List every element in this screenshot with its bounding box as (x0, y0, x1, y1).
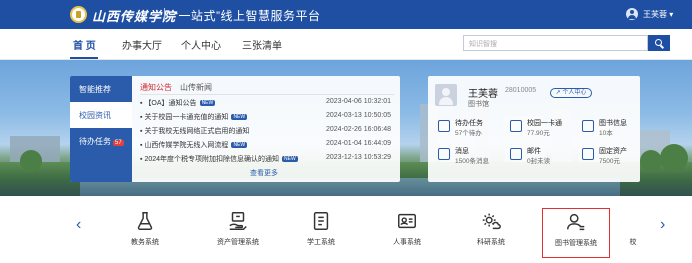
stat-fixed-assets[interactable]: 固定资产 7500元 (582, 146, 650, 166)
new-badge: NEW (231, 114, 248, 120)
profile-id: 28010005 (505, 87, 537, 94)
nav-service-hall[interactable]: 办事大厅 (122, 37, 162, 52)
tab-todo[interactable]: 待办任务 57 (70, 128, 132, 154)
asset-icon (582, 148, 594, 160)
carousel-prev-button[interactable]: ‹ (76, 216, 81, 234)
stat-value: 7500元 (599, 158, 620, 165)
school-logo-icon (70, 6, 87, 23)
system-label: 校 (629, 239, 637, 246)
user-list-icon (565, 211, 587, 233)
title-divider (164, 8, 165, 21)
stat-todo[interactable]: 待办任务 57个待办 (438, 118, 506, 138)
document-icon (310, 210, 332, 232)
top-bar: 山西传媒学院 “一站式”线上智慧服务平台 王芙蓉 ▾ (0, 0, 692, 29)
mail-icon (510, 148, 522, 160)
notice-title: 关于我校无线网络正式启用的通知 (144, 128, 250, 135)
system-label: 资产管理系统 (217, 239, 259, 246)
user-avatar-icon[interactable] (626, 8, 638, 20)
tab-campus-news[interactable]: 校园资讯 (70, 102, 132, 128)
system-label: 教务系统 (131, 239, 159, 246)
stat-value: 10本 (599, 130, 613, 137)
system-label: 科研系统 (477, 239, 505, 246)
tab-label: 校园资讯 (79, 111, 111, 120)
system-label: 学工系统 (307, 239, 335, 246)
notice-item[interactable]: ▪ 山西传媒学院无线入网流程 NEW 2024-01-04 16:44:09 (140, 140, 395, 153)
search-button[interactable] (648, 35, 670, 51)
tab-recommend[interactable]: 智能推荐 (70, 76, 132, 102)
new-badge: NEW (199, 100, 216, 106)
flask-icon (134, 210, 156, 232)
system-partial[interactable]: 校 (618, 210, 648, 250)
divider (140, 94, 394, 95)
system-label: 人事系统 (393, 239, 421, 246)
notice-item[interactable]: ▪ 【OA】通知公告 NEW 2023-04-06 10:32:01 (140, 98, 395, 111)
user-name: 王芙蓉 (643, 10, 667, 19)
notice-item[interactable]: ▪ 关于校园一卡通充值的通知 NEW 2024-03-13 10:50:05 (140, 112, 395, 125)
tab-label: 智能推荐 (79, 85, 111, 94)
clipboard-icon (438, 120, 450, 132)
subtab-announcements[interactable]: 通知公告 (140, 82, 172, 93)
personal-center-button[interactable]: ↗ 个人中心 (550, 88, 592, 98)
stat-value: 0封未读 (527, 158, 551, 165)
asset-hand-icon (227, 210, 249, 232)
search-input[interactable]: 知识智搜 (463, 35, 648, 51)
system-research[interactable]: 科研系统 (456, 210, 526, 250)
tab-label: 待办任务 (79, 137, 111, 146)
notice-date: 2023-12-13 10:53:29 (326, 154, 391, 161)
system-label: 图书管理系统 (555, 240, 597, 247)
stat-value: 1500条消息 (455, 158, 489, 165)
notice-item[interactable]: ▪ 关于我校无线网络正式启用的通知 2024-02-26 16:06:48 (140, 126, 395, 139)
banner-tree (660, 144, 688, 172)
nav-personal-center[interactable]: 个人中心 (181, 37, 221, 52)
banner-tree (20, 150, 42, 172)
system-hr[interactable]: 人事系统 (372, 210, 442, 250)
nav-home[interactable]: 首 页 (73, 37, 96, 52)
button-label: 个人中心 (562, 90, 587, 96)
profile-department: 图书馆 (468, 101, 489, 108)
book-icon (582, 120, 594, 132)
platform-title: “一站式”线上智慧服务平台 (174, 9, 321, 23)
stat-value: 77.90元 (527, 130, 550, 137)
systems-carousel: ‹ 教务系统 资产管理系统 学工系统 人事系统 科研系统 图书管理系统 校 › (0, 196, 692, 263)
new-badge: NEW (282, 156, 298, 162)
profile-name: 王芙蓉 (468, 89, 498, 100)
profile-panel: 王芙蓉 28010005 图书馆 ↗ 个人中心 待办任务 57个待办 校园一卡通… (428, 76, 640, 182)
stat-messages[interactable]: 消息 1500条消息 (438, 146, 506, 166)
system-student-affairs[interactable]: 学工系统 (286, 210, 356, 250)
gear-cloud-icon (480, 210, 502, 232)
stat-books[interactable]: 图书信息 10本 (582, 118, 650, 138)
view-more-link[interactable]: 查看更多 (250, 168, 278, 178)
id-card-icon (396, 210, 418, 232)
user-menu[interactable]: 王芙蓉 ▾ (643, 9, 673, 20)
notice-title: 关于校园一卡通充值的通知 (144, 114, 229, 121)
new-badge: NEW (231, 142, 248, 148)
notice-date: 2024-03-13 10:50:05 (326, 112, 391, 119)
search-icon (655, 39, 662, 46)
nav-three-lists[interactable]: 三张清单 (242, 37, 282, 52)
card-icon (510, 120, 522, 132)
nav-active-indicator (70, 57, 98, 59)
subtab-news[interactable]: 山传新闻 (180, 82, 212, 93)
info-panel: 智能推荐 校园资讯 待办任务 57 通知公告 山传新闻 ▪ 【OA】通知公告 NEW… (70, 76, 400, 182)
notice-date: 2023-04-06 10:32:01 (326, 98, 391, 105)
system-library[interactable]: 图书管理系统 (542, 208, 610, 258)
system-assets[interactable]: 资产管理系统 (203, 210, 273, 250)
message-icon (438, 148, 450, 160)
notice-date: 2024-01-04 16:44:09 (326, 140, 391, 147)
carousel-next-button[interactable]: › (660, 216, 665, 234)
vertical-tabs: 智能推荐 校园资讯 待办任务 57 (70, 76, 132, 182)
profile-avatar (435, 84, 457, 106)
todo-count-badge: 57 (113, 140, 124, 146)
system-academic[interactable]: 教务系统 (110, 210, 180, 250)
stat-campus-card[interactable]: 校园一卡通 77.90元 (510, 118, 578, 138)
notice-date: 2024-02-26 16:06:48 (326, 126, 391, 133)
stat-value: 57个待办 (455, 130, 482, 137)
notice-title: 【OA】通知公告 (144, 100, 197, 107)
notice-title: 2024年度个税专项附加扣除信息确认的通知 (144, 156, 280, 163)
notice-item[interactable]: ▪ 2024年度个税专项附加扣除信息确认的通知 NEW 2023-12-13 10… (140, 154, 395, 167)
main-nav: 首 页 办事大厅 个人中心 三张清单 知识智搜 (0, 29, 692, 60)
stat-mail[interactable]: 邮件 0封未读 (510, 146, 578, 166)
notice-title: 山西传媒学院无线入网流程 (144, 142, 229, 149)
